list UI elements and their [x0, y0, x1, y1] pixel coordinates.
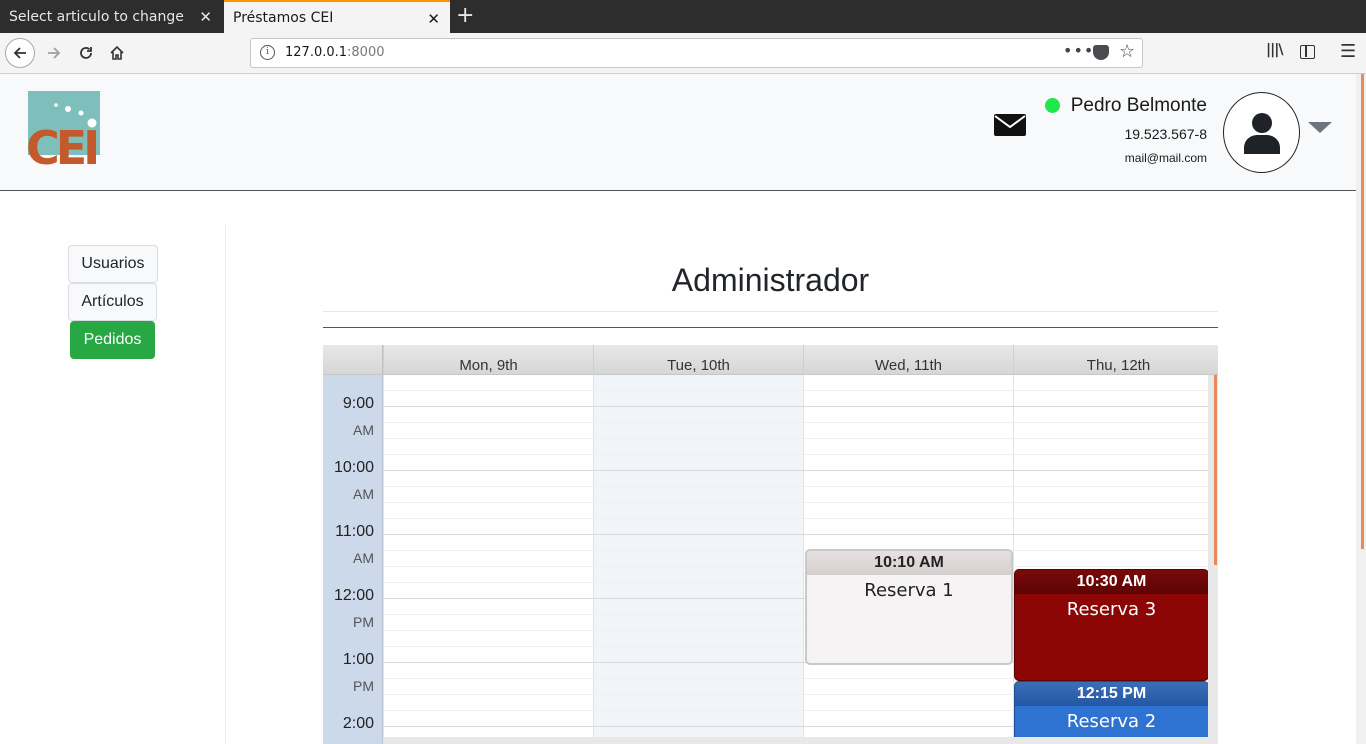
hour-label: 2:00: [342, 715, 374, 732]
grid-line: [383, 470, 1208, 471]
day-header-tue[interactable]: Tue, 10th: [593, 345, 803, 375]
logo-text: CEI: [26, 121, 96, 167]
grid-line: [383, 454, 1208, 455]
divider: [323, 327, 1218, 328]
calendar-event[interactable]: 10:10 AM Reserva 1: [805, 549, 1013, 665]
back-arrow-icon[interactable]: [5, 38, 35, 68]
user-silhouette-icon: [1244, 113, 1280, 154]
url-text: 127.0.0.1:8000: [285, 45, 385, 60]
info-icon[interactable]: i: [260, 45, 275, 60]
forward-arrow-icon[interactable]: [40, 39, 68, 67]
page: CEI Pedro Belmonte 19.523.567-8 mail@mai…: [0, 74, 1356, 744]
library-icon[interactable]: |||\: [1266, 42, 1283, 58]
ampm-label: AM: [353, 550, 374, 566]
grid-line: [383, 534, 1208, 535]
grid-line: [383, 438, 1208, 439]
user-rut: 19.523.567-8: [1124, 126, 1207, 142]
page-title: Administrador: [671, 262, 870, 298]
tab-title: Select articulo to change | D: [9, 8, 189, 25]
time-gutter: 9:00 AM 10:00 AM 11:00 AM 12:00 PM 1:00 …: [323, 375, 383, 744]
ampm-label: PM: [353, 678, 374, 694]
grid-line: [383, 406, 1208, 407]
more-actions-icon[interactable]: •••: [1063, 41, 1094, 60]
bookmark-star-icon[interactable]: ☆: [1119, 41, 1135, 62]
divider: [323, 311, 1218, 312]
day-header-thu[interactable]: Thu, 12th: [1013, 345, 1218, 375]
ampm-label: PM: [353, 614, 374, 630]
sidebar-toggle-icon[interactable]: [1300, 45, 1315, 59]
event-time: 10:10 AM: [807, 551, 1011, 575]
hour-label: 12:00: [333, 587, 374, 604]
calendar-header: Mon, 9th Tue, 10th Wed, 11th Thu, 12th: [323, 345, 1218, 375]
grid-line: [383, 502, 1208, 503]
day-column-mon[interactable]: [383, 375, 593, 737]
avatar[interactable]: [1223, 92, 1300, 173]
tab-title: Préstamos CEI: [233, 9, 334, 26]
hour-label: 1:00: [342, 651, 374, 668]
grid-line: [383, 390, 1208, 391]
calendar-event[interactable]: 12:15 PM Reserva 2: [1014, 681, 1209, 744]
calendar-vertical-scrollbar[interactable]: [1208, 375, 1218, 737]
ampm-label: AM: [353, 422, 374, 438]
site-header: CEI Pedro Belmonte 19.523.567-8 mail@mai…: [0, 74, 1356, 191]
event-title: Reserva 2: [1066, 711, 1157, 732]
hour-label: 11:00: [335, 523, 374, 540]
address-bar[interactable]: i 127.0.0.1:8000 ••• ☆: [250, 38, 1143, 68]
calendar-event[interactable]: 10:30 AM Reserva 3: [1014, 569, 1209, 681]
scroll-thumb[interactable]: [1214, 375, 1217, 565]
day-header-mon[interactable]: Mon, 9th: [383, 345, 593, 375]
ampm-label: AM: [353, 486, 374, 502]
user-name: Pedro Belmonte: [1070, 95, 1207, 116]
sidebar-item-usuarios[interactable]: Usuarios: [68, 245, 158, 283]
new-tab-icon[interactable]: +: [456, 3, 474, 28]
calendar-corner: [323, 345, 383, 375]
mail-icon[interactable]: [994, 114, 1026, 136]
event-title: Reserva 3: [1066, 599, 1157, 620]
event-time: 10:30 AM: [1015, 570, 1208, 594]
page-scrollbar[interactable]: [1356, 74, 1366, 744]
grid-line: [383, 550, 1208, 551]
scroll-thumb[interactable]: [1361, 74, 1364, 549]
browser-tab-bar: Select articulo to change | D ✕ Préstamo…: [0, 0, 1366, 33]
hour-label: 9:00: [342, 395, 374, 412]
calendar-horizontal-scrollbar[interactable]: [383, 737, 1218, 744]
cei-logo[interactable]: CEI: [26, 91, 104, 175]
reload-icon[interactable]: [72, 39, 100, 67]
grid-line: [383, 486, 1208, 487]
week-calendar: Mon, 9th Tue, 10th Wed, 11th Thu, 12th 9…: [323, 345, 1218, 744]
browser-tab-articulo[interactable]: Select articulo to change | D ✕: [0, 0, 222, 33]
browser-toolbar: i 127.0.0.1:8000 ••• ☆ |||\ ☰: [0, 33, 1366, 74]
grid-line: [383, 518, 1208, 519]
day-column-tue[interactable]: [593, 375, 803, 737]
sidebar-item-articulos[interactable]: Artículos: [68, 283, 157, 321]
grid-line: [383, 422, 1208, 423]
home-icon[interactable]: [103, 39, 131, 67]
hamburger-menu-icon[interactable]: ☰: [1340, 41, 1356, 62]
online-status-dot: [1045, 98, 1060, 113]
hour-label: 10:00: [333, 459, 374, 476]
close-tab-icon[interactable]: ✕: [427, 10, 440, 28]
event-title: Reserva 1: [864, 580, 954, 601]
sidebar-divider: [225, 225, 226, 744]
close-tab-icon[interactable]: ✕: [199, 8, 212, 26]
day-header-wed[interactable]: Wed, 11th: [803, 345, 1013, 375]
browser-tab-prestamos[interactable]: Préstamos CEI ✕: [224, 0, 450, 33]
pocket-icon[interactable]: [1093, 45, 1109, 60]
user-menu-caret-icon[interactable]: [1308, 122, 1332, 133]
user-email: mail@mail.com: [1124, 151, 1207, 165]
sidebar-item-pedidos[interactable]: Pedidos: [70, 321, 155, 359]
grid-line: [383, 566, 1208, 567]
event-time: 12:15 PM: [1015, 682, 1208, 706]
